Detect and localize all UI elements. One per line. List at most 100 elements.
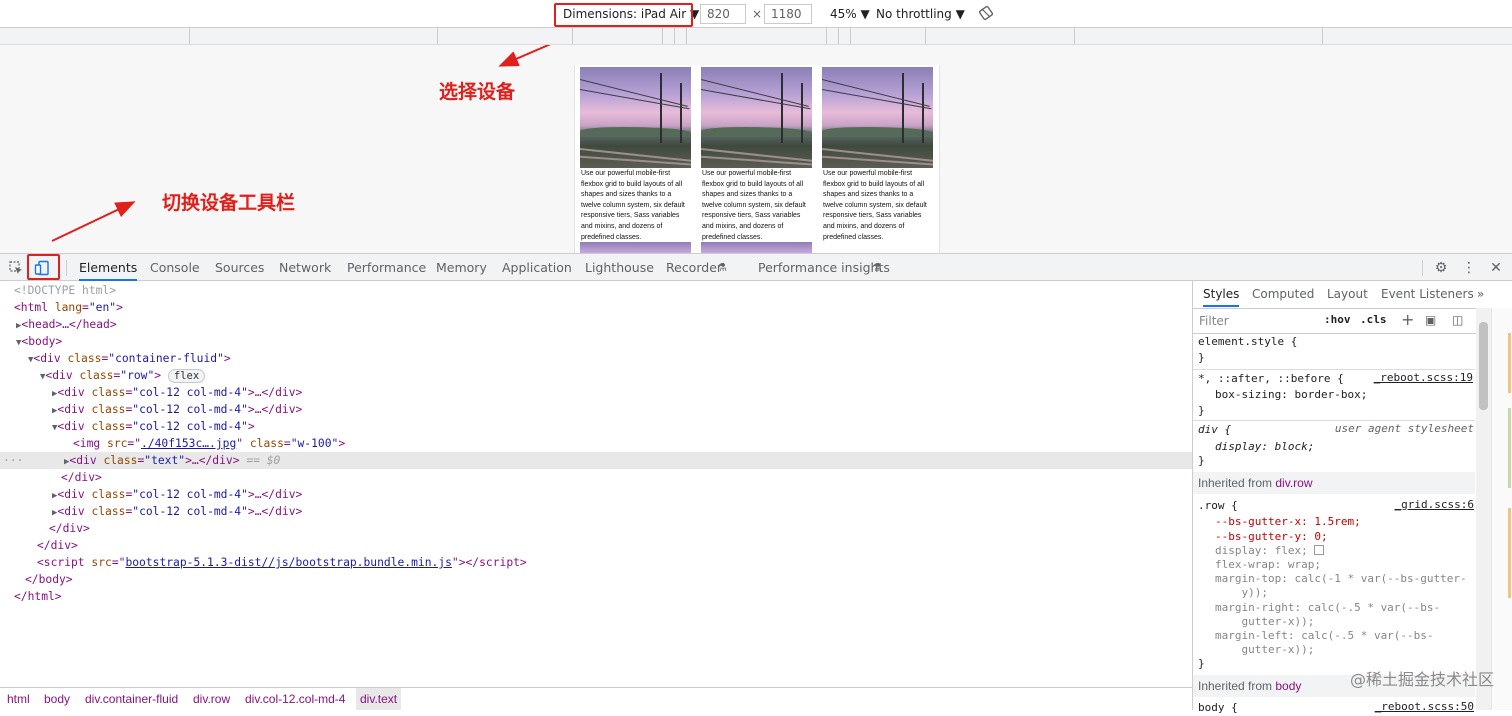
more-tabs-icon[interactable]: » (1477, 281, 1484, 307)
scrollbar-thumb[interactable] (1479, 322, 1488, 410)
tab-sources[interactable]: Sources (215, 254, 264, 281)
paint-icon[interactable]: ▣ (1425, 313, 1439, 327)
inspect-element-icon[interactable] (8, 260, 24, 276)
device-toolbar: Dimensions: iPad Air ▼ 820 × 1180 45% ▼ … (0, 0, 1512, 28)
dom-node-img[interactable]: <img src="./40f153c….jpg" class="w-100"> (0, 435, 1192, 452)
element-style-rule[interactable]: element.style { (1198, 334, 1297, 350)
dom-node-col[interactable]: ▼<div class="col-12 col-md-4"> (0, 418, 1192, 435)
annotation-arrows (0, 45, 700, 255)
dom-close-div[interactable]: </div> (0, 520, 1192, 537)
img-src-link[interactable]: ./40f153c….jpg (141, 437, 236, 450)
zoom-dropdown[interactable]: 45% ▼ (830, 5, 870, 23)
tab-layout[interactable]: Layout (1327, 281, 1368, 307)
tab-performance-insights[interactable]: Performance insights (758, 254, 890, 281)
tab-elements[interactable]: Elements (79, 254, 137, 281)
dom-node-row[interactable]: ▼<div class="row"> flex (0, 367, 1192, 384)
dom-node-col[interactable]: ▶<div class="col-12 col-md-4">…</div> (0, 401, 1192, 418)
script-src-link[interactable]: bootstrap-5.1.3-dist//js/bootstrap.bundl… (125, 556, 451, 569)
tab-styles[interactable]: Styles (1203, 281, 1239, 307)
reboot-source-link[interactable]: _reboot.scss:19 (1374, 371, 1473, 384)
breadcrumb-row[interactable]: div.row (193, 688, 230, 710)
tab-performance[interactable]: Performance (347, 254, 426, 281)
inherited-row-link[interactable]: div.row (1275, 476, 1312, 490)
breadcrumb-col[interactable]: div.col-12.col-md-4 (245, 688, 345, 710)
css-property-continuation: y)); (1215, 585, 1268, 601)
rule-close-brace: } (1198, 403, 1205, 419)
body-source-link[interactable]: _reboot.scss:50 (1375, 700, 1474, 713)
css-property[interactable]: box-sizing: border-box; (1215, 387, 1367, 403)
tab-memory[interactable]: Memory (436, 254, 487, 281)
grid-card: Use our powerful mobile-first flexbox gr… (822, 67, 933, 243)
tab-recorder[interactable]: Recorder (666, 254, 722, 281)
breadcrumb-text[interactable]: div.text (356, 688, 401, 710)
row-selector[interactable]: .row { (1198, 498, 1238, 514)
device-viewport: Use our powerful mobile-first flexbox gr… (0, 45, 1512, 253)
gear-icon[interactable]: ⚙ (1433, 260, 1449, 276)
user-agent-stylesheet-label: user agent stylesheet (1335, 422, 1474, 435)
computed-sidebar-strip (1491, 308, 1512, 710)
toggle-sidebar-icon[interactable]: ◫ (1452, 313, 1466, 327)
rule-close-brace: } (1198, 656, 1205, 672)
dom-node-body[interactable]: ▼<body> (0, 333, 1192, 350)
inherited-from-row-header: Inherited from div.row (1193, 472, 1475, 494)
tab-console[interactable]: Console (150, 254, 200, 281)
more-options-icon[interactable]: ⋮ (1461, 260, 1477, 276)
body-selector[interactable]: body { (1198, 700, 1238, 716)
dom-node-text-selected[interactable]: ···▶<div class="text">…</div> == $0 (0, 452, 1192, 469)
rule-close-brace: } (1198, 453, 1205, 469)
elements-dom-tree: <!DOCTYPE html> <html lang="en"> ▶<head>… (0, 281, 1192, 687)
flask-icon: ⚗ (872, 254, 882, 281)
flask-icon: ⚗ (717, 254, 727, 281)
dom-node-head[interactable]: ▶<head>…</head> (0, 316, 1192, 333)
hov-toggle[interactable]: :hov (1324, 313, 1351, 326)
toggle-toolbar-highlight (27, 254, 60, 280)
grid-source-link[interactable]: _grid.scss:6 (1395, 498, 1474, 511)
dom-node-html[interactable]: <html lang="en"> (0, 299, 1192, 316)
universal-selector[interactable]: *, ::after, ::before { (1198, 371, 1344, 387)
dom-node-col[interactable]: ▶<div class="col-12 col-md-4">…</div> (0, 486, 1192, 503)
select-device-highlight (554, 3, 693, 27)
breadcrumb-html[interactable]: html (7, 688, 30, 710)
css-property: display: block; (1215, 439, 1314, 455)
tab-network[interactable]: Network (279, 254, 331, 281)
cls-toggle[interactable]: .cls (1360, 313, 1387, 326)
new-style-rule-button[interactable]: + (1401, 310, 1414, 329)
breadcrumb-body[interactable]: body (44, 688, 70, 710)
rule-close-brace: } (1198, 350, 1205, 366)
dom-close-div[interactable]: </div> (0, 537, 1192, 554)
tab-application[interactable]: Application (502, 254, 572, 281)
dom-node-container-fluid[interactable]: ▼<div class="container-fluid"> (0, 350, 1192, 367)
styles-filter-input[interactable]: Filter (1199, 313, 1314, 329)
breadcrumb-container-fluid[interactable]: div.container-fluid (85, 688, 178, 710)
throttling-dropdown[interactable]: No throttling ▼ (876, 5, 965, 23)
dom-node-col[interactable]: ▶<div class="col-12 col-md-4">…</div> (0, 384, 1192, 401)
breadcrumb: html body div.container-fluid div.row di… (0, 687, 1192, 710)
styles-scrollbar[interactable] (1476, 308, 1491, 710)
styles-pane: Styles Computed Layout Event Listeners »… (1192, 281, 1512, 710)
dom-close-div[interactable]: </div> (0, 469, 1192, 486)
tab-computed[interactable]: Computed (1252, 281, 1314, 307)
dom-close-body[interactable]: </body> (0, 571, 1192, 588)
grid-card: Use our powerful mobile-first flexbox gr… (701, 67, 812, 243)
rotate-icon[interactable] (978, 5, 994, 21)
media-query-ruler[interactable] (0, 28, 1512, 45)
dom-close-html[interactable]: </html> (0, 588, 1192, 605)
styles-filter-row: Filter :hov .cls + ▣ ◫ (1193, 308, 1512, 334)
tab-lighthouse[interactable]: Lighthouse (585, 254, 654, 281)
card-image (701, 242, 812, 253)
dom-doctype[interactable]: <!DOCTYPE html> (0, 282, 1192, 299)
dom-node-script[interactable]: <script src="bootstrap-5.1.3-dist//js/bo… (0, 554, 1192, 571)
card-image (822, 67, 933, 168)
inherited-body-link[interactable]: body (1275, 679, 1301, 693)
close-icon[interactable]: ✕ (1488, 260, 1504, 276)
devtools-tab-bar: Elements Console Sources Network Perform… (0, 253, 1512, 281)
device-width-input[interactable]: 820 (700, 4, 746, 24)
div-selector[interactable]: div { (1198, 422, 1231, 438)
css-property[interactable]: --bs-gutter-x: 1.5rem; (1215, 514, 1361, 530)
tab-event-listeners[interactable]: Event Listeners (1381, 281, 1474, 307)
flexbox-editor-icon[interactable] (1314, 545, 1324, 555)
card-image (701, 67, 812, 168)
dom-node-col[interactable]: ▶<div class="col-12 col-md-4">…</div> (0, 503, 1192, 520)
device-height-input[interactable]: 1180 (764, 4, 812, 24)
flex-badge[interactable]: flex (168, 369, 205, 383)
